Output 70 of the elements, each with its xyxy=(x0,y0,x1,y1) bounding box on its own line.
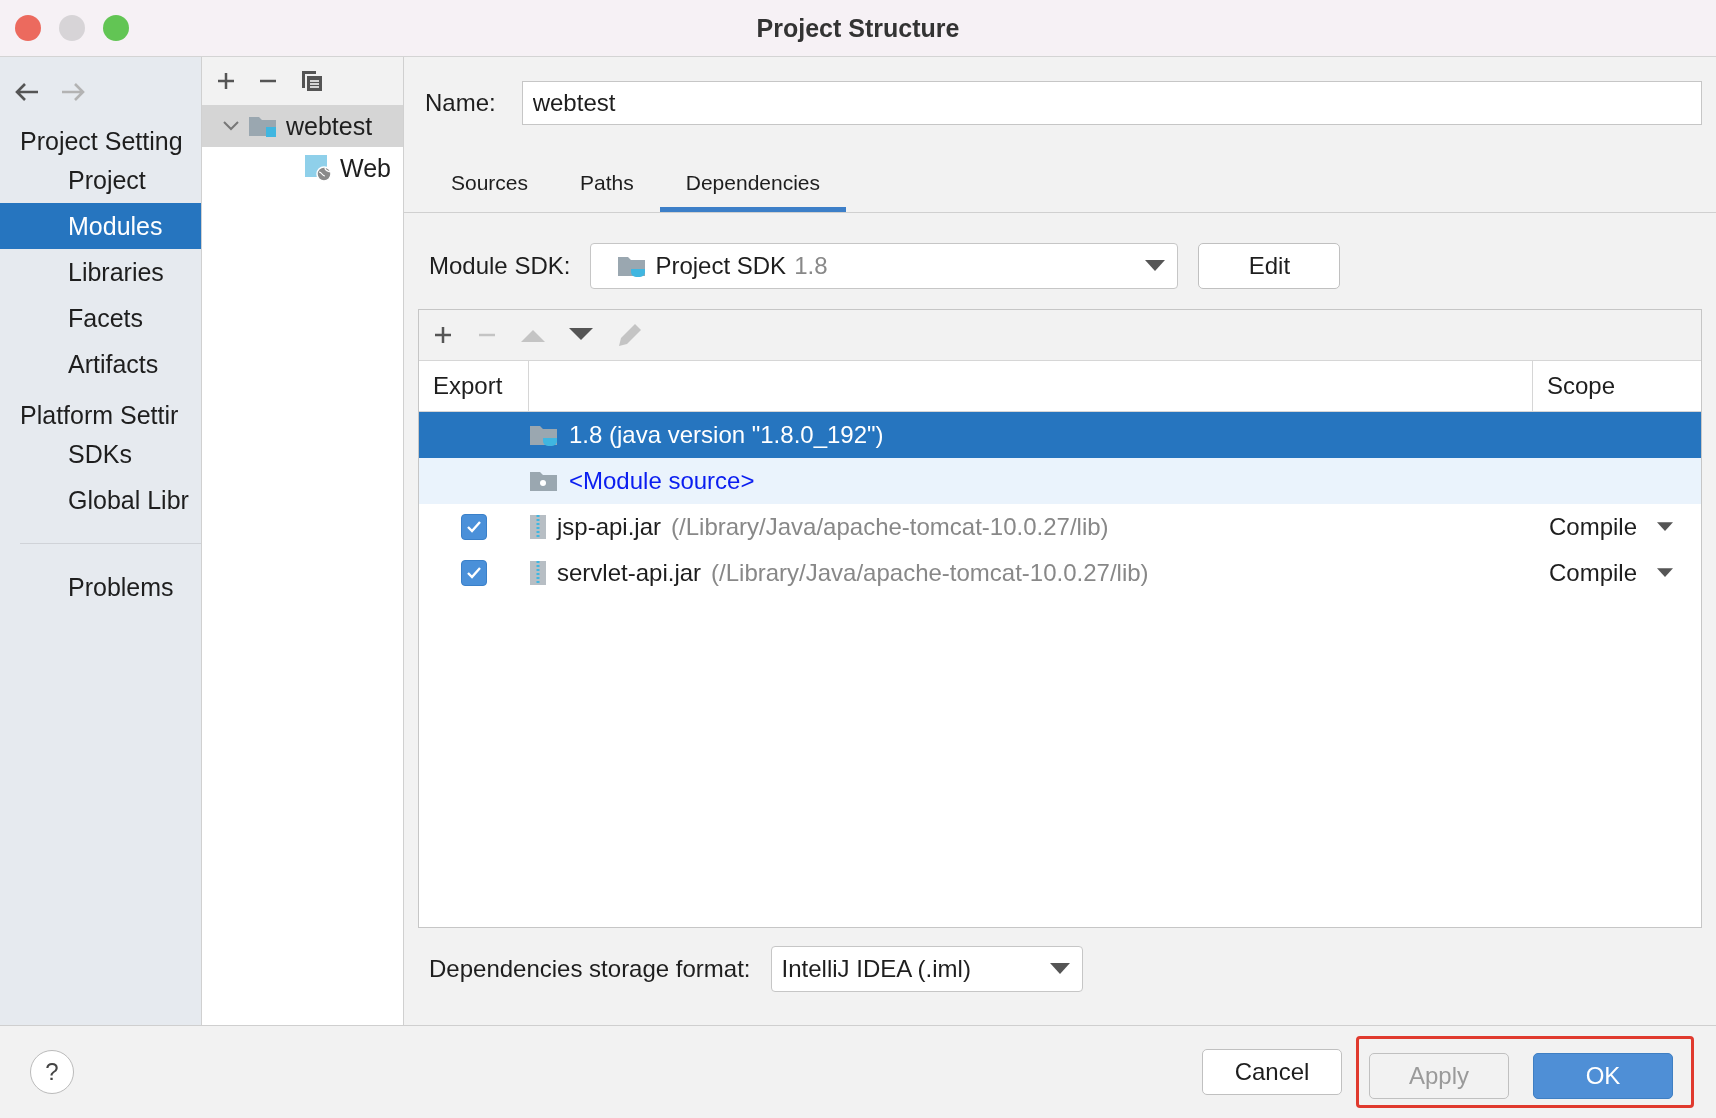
jar-icon xyxy=(529,514,547,540)
add-icon xyxy=(216,71,236,91)
dependency-row[interactable]: 1.8 (java version "1.8.0_192") xyxy=(419,412,1701,458)
sidebar-item[interactable]: SDKs xyxy=(0,431,201,477)
add-icon xyxy=(433,325,453,345)
checkmark-icon xyxy=(466,566,482,580)
sidebar-item[interactable]: Problems xyxy=(0,564,201,610)
storage-format-dropdown[interactable]: IntelliJ IDEA (.iml) xyxy=(770,946,1083,992)
remove-icon xyxy=(258,79,278,83)
storage-format-label: Dependencies storage format: xyxy=(429,955,751,983)
caret-icon xyxy=(1145,260,1166,272)
tab[interactable]: Dependencies xyxy=(659,171,846,212)
toolbar-button[interactable] xyxy=(433,325,453,345)
dependency-name: 1.8 (java version "1.8.0_192") xyxy=(569,421,884,449)
toolbar-button[interactable] xyxy=(216,71,236,91)
caret-icon xyxy=(1049,963,1070,975)
checkmark-icon xyxy=(466,520,482,534)
move-down-icon xyxy=(569,328,593,342)
copy-icon xyxy=(300,69,324,93)
web-facet-icon xyxy=(304,154,332,182)
sdk-dropdown[interactable]: Project SDK 1.8 xyxy=(590,243,1179,289)
sidebar-item[interactable]: Artifacts xyxy=(0,341,201,387)
source-folder-icon xyxy=(529,469,559,493)
dependency-name: jsp-api.jar xyxy=(557,513,662,541)
section-title: Project Setting xyxy=(19,126,184,157)
toolbar-button[interactable] xyxy=(300,69,324,93)
sdk-folder-icon xyxy=(529,423,559,447)
folder-icon xyxy=(248,114,278,138)
name-label: Name: xyxy=(425,89,496,117)
jar-icon xyxy=(529,560,547,586)
chevron-icon[interactable] xyxy=(222,120,240,132)
dependency-path: (/Library/Java/apache-tomcat-10.0.27/lib) xyxy=(711,559,1149,587)
tree-item[interactable]: Web xyxy=(202,147,403,189)
caret-icon xyxy=(1657,567,1674,579)
toolbar-button[interactable] xyxy=(569,328,593,342)
tab[interactable]: Paths xyxy=(554,171,660,212)
back-arrow-icon xyxy=(14,82,40,102)
dependency-name: servlet-api.jar xyxy=(557,559,702,587)
sidebar-item[interactable]: Global Libr xyxy=(0,477,201,523)
window-control[interactable] xyxy=(15,15,41,41)
remove-icon xyxy=(477,333,497,337)
dependency-path: (/Library/Java/apache-tomcat-10.0.27/lib) xyxy=(671,513,1109,541)
dialog-button[interactable]: Cancel xyxy=(1202,1049,1342,1095)
sidebar-item[interactable]: Modules xyxy=(0,203,201,249)
tab[interactable]: Sources xyxy=(425,171,555,212)
scope-value[interactable]: Compile xyxy=(1549,559,1638,587)
column-header: Scope xyxy=(1547,372,1616,400)
sdk-folder-icon xyxy=(617,254,648,278)
dependency-row[interactable]: <Module source> xyxy=(419,458,1701,504)
dependency-name: <Module source> xyxy=(569,467,755,495)
module-sdk-label: Module SDK: xyxy=(429,252,571,280)
export-checkbox[interactable] xyxy=(461,560,487,586)
edit-button[interactable]: Edit xyxy=(1198,243,1341,289)
window-title: Project Structure xyxy=(756,13,960,43)
move-up-icon xyxy=(521,328,545,342)
export-checkbox[interactable] xyxy=(461,514,487,540)
toolbar-button[interactable] xyxy=(258,79,278,83)
forward-arrow-icon xyxy=(60,82,86,102)
back-button[interactable] xyxy=(14,82,40,102)
sidebar-item[interactable]: Libraries xyxy=(0,249,201,295)
scope-value[interactable]: Compile xyxy=(1549,513,1638,541)
name-field[interactable]: webtest xyxy=(521,81,1702,125)
help-button[interactable]: ? xyxy=(30,1050,74,1094)
sidebar-item[interactable]: Facets xyxy=(0,295,201,341)
sidebar-item[interactable]: Project xyxy=(0,157,201,203)
caret-icon xyxy=(1657,521,1674,533)
tree-item[interactable]: webtest xyxy=(202,105,403,147)
section-title: Platform Settir xyxy=(19,400,180,431)
pencil-icon xyxy=(617,322,643,348)
column-header: Export xyxy=(433,372,503,400)
